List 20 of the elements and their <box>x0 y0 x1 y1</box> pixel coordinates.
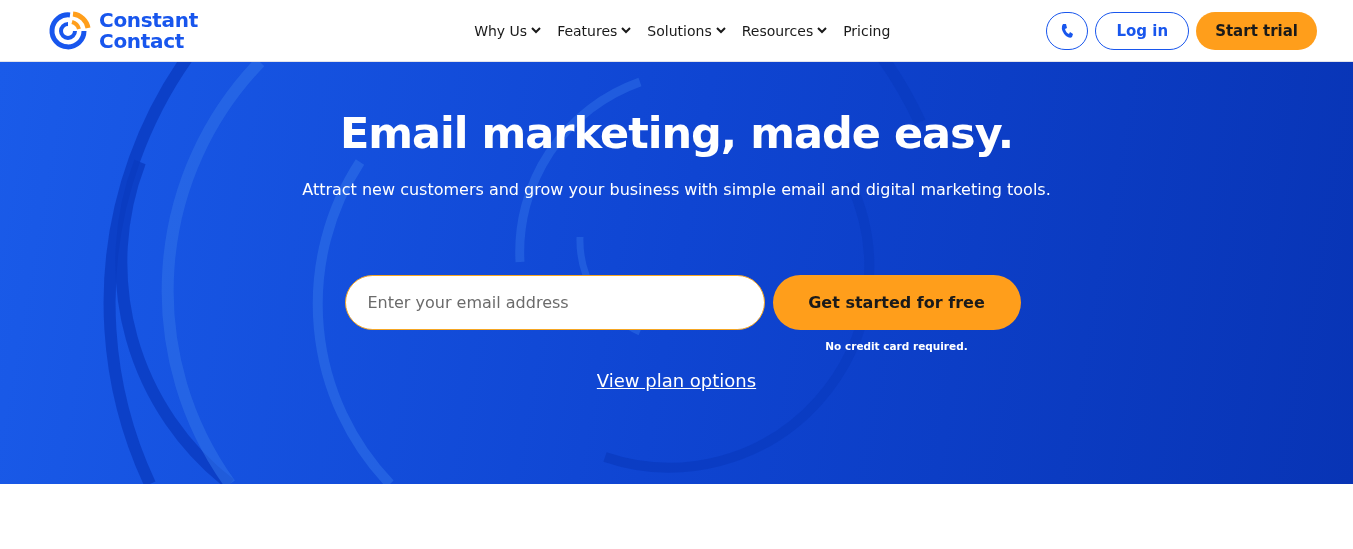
hero-title: Email marketing, made easy. <box>339 108 1014 158</box>
nav-link[interactable]: Solutions <box>647 22 726 39</box>
email-field[interactable]: Enter your email address <box>344 275 765 330</box>
hero-subtitle: Attract new customers and grow your business with simple email and digital marketing tools. <box>302 180 1051 199</box>
get-started-button[interactable]: Get started for free <box>772 275 1021 330</box>
nav-link[interactable]: Why Us <box>474 22 542 39</box>
nav-link[interactable]: Pricing <box>843 22 891 39</box>
nav-link[interactable]: Resources <box>741 22 828 39</box>
nav-link[interactable]: Features <box>557 22 632 39</box>
login-button[interactable]: Log in <box>1095 11 1190 50</box>
view-plan-options-link[interactable]: View plan options <box>596 370 757 391</box>
logo-text[interactable]: Constant Contact <box>99 9 199 52</box>
chevron-down-icon <box>621 27 632 34</box>
chevron-down-icon <box>817 27 828 34</box>
phone-icon <box>1060 22 1075 39</box>
chevron-down-icon <box>715 27 726 34</box>
chevron-down-icon <box>531 27 542 34</box>
start-trial-button[interactable]: Start trial <box>1196 11 1317 50</box>
phone-button[interactable] <box>1046 11 1089 50</box>
no-credit-card-note: No credit card required. <box>825 340 968 352</box>
